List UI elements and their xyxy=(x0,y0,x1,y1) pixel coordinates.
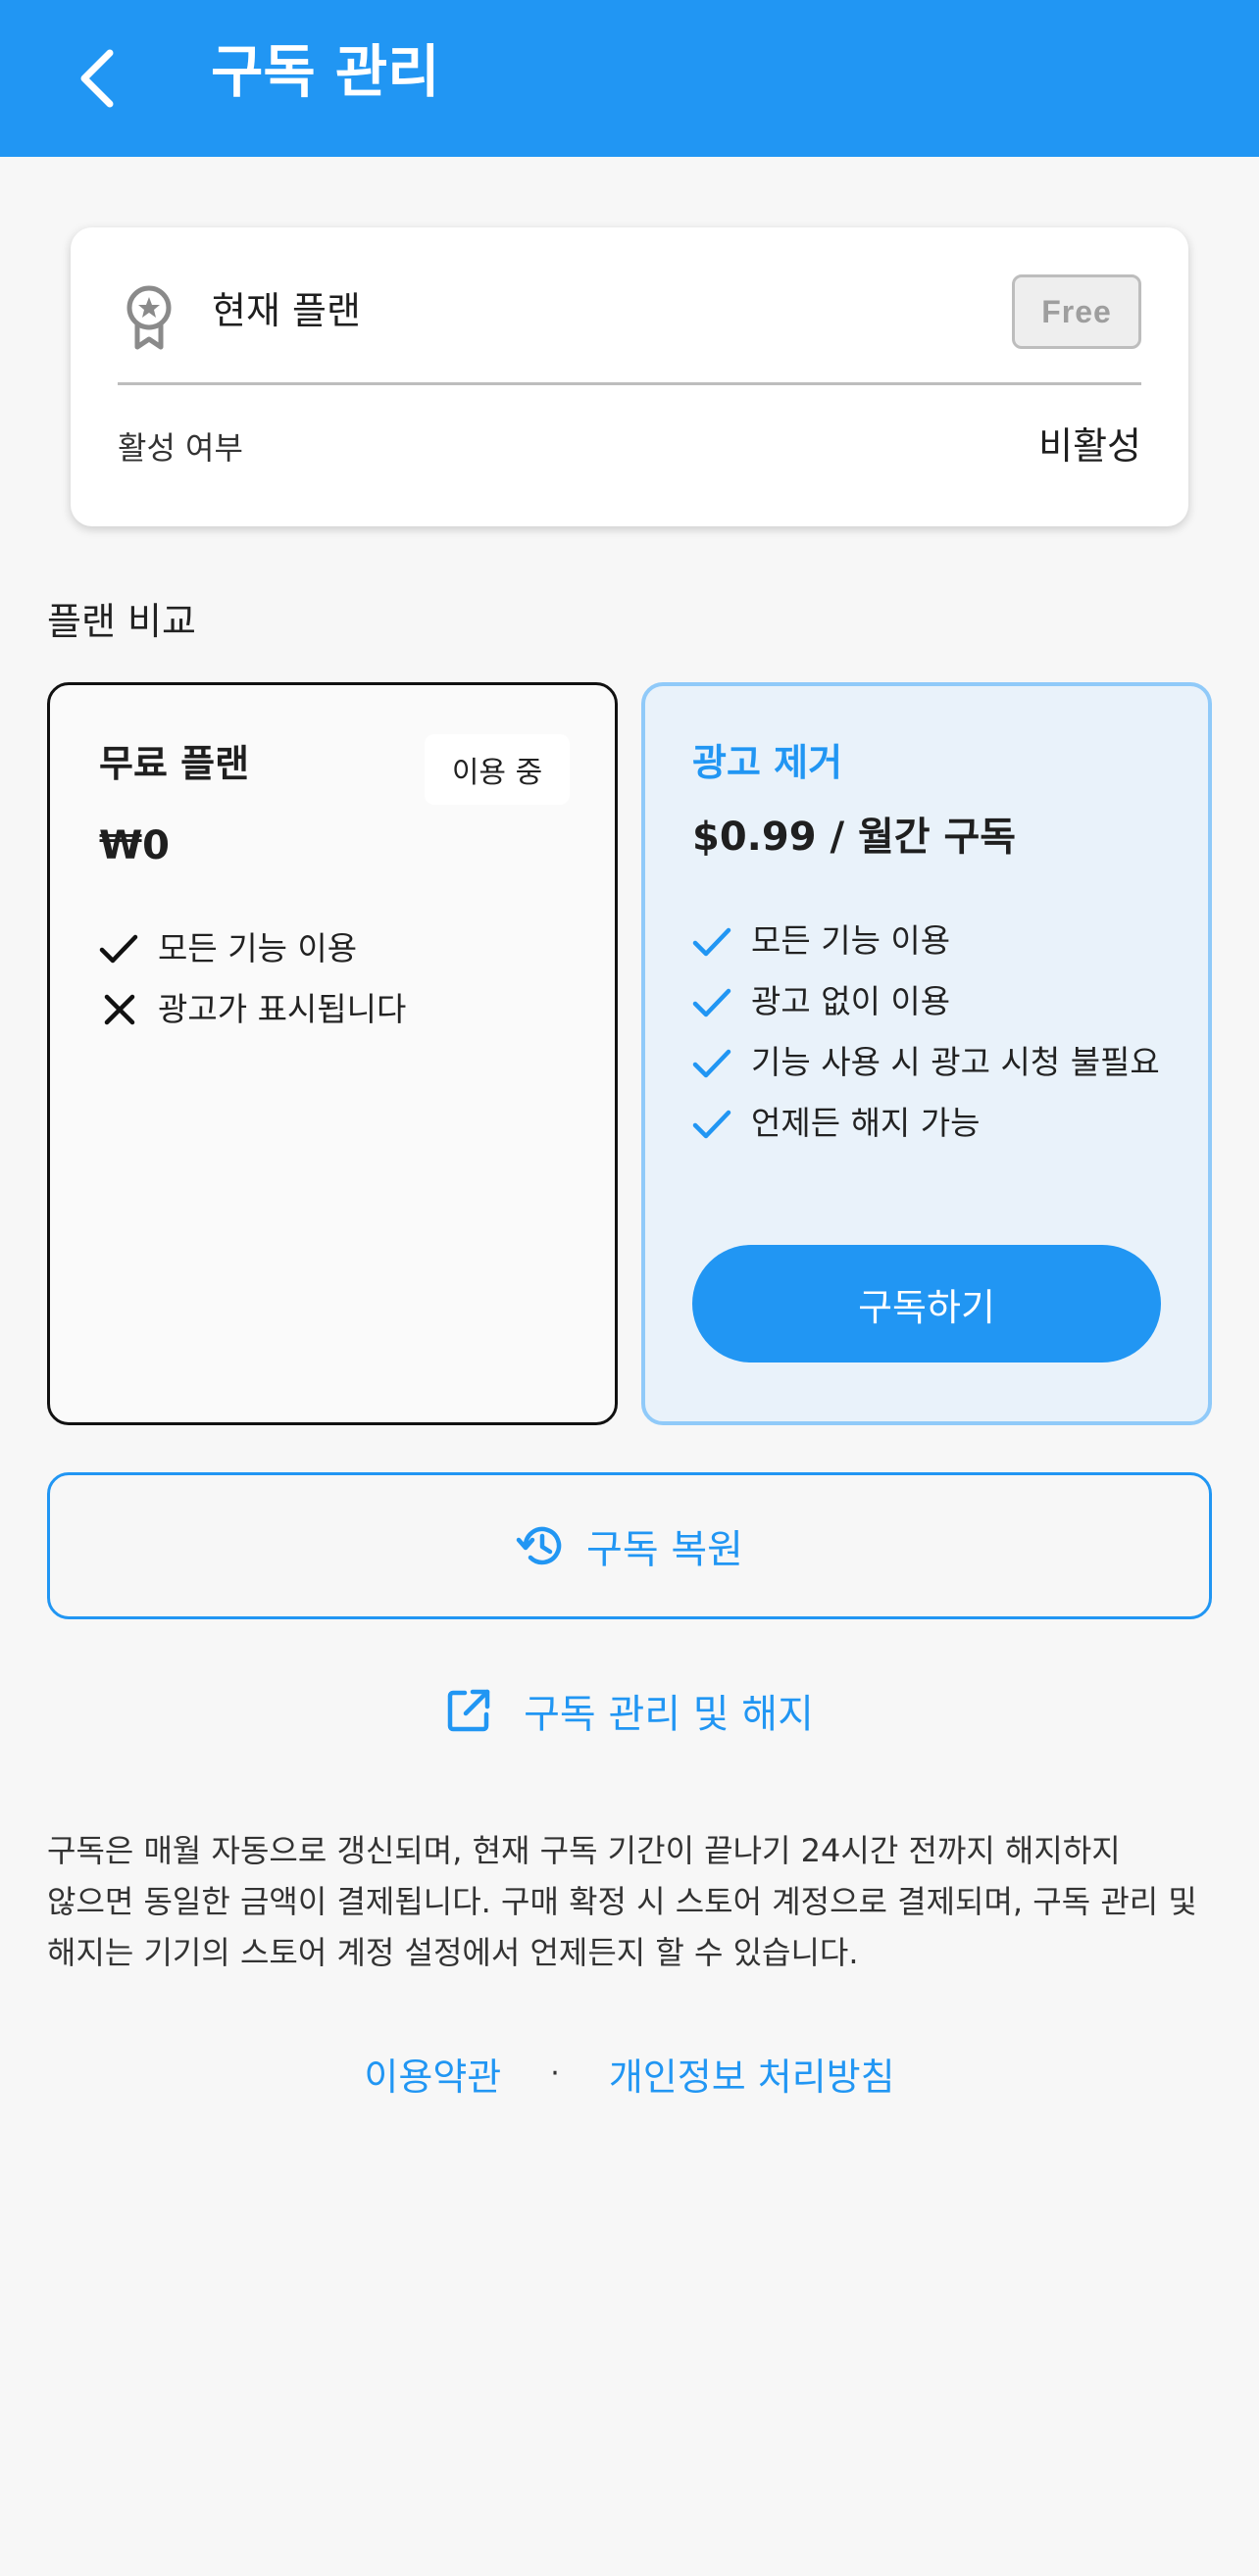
close-icon xyxy=(99,979,144,1040)
restore-label: 구독 복원 xyxy=(586,1527,743,1572)
feature-item: 모든 기능 이용 xyxy=(99,918,406,979)
medal-icon xyxy=(126,285,172,350)
plan-name: 광고 제거 xyxy=(692,741,843,784)
open-in-new-icon xyxy=(447,1689,490,1732)
plan-price: $0.99 / 월간 구독 xyxy=(692,815,1017,860)
check-icon xyxy=(692,972,737,1033)
history-icon xyxy=(516,1526,562,1565)
feature-item: 기능 사용 시 광고 시청 불필요 xyxy=(692,1033,1183,1094)
feature-text: 광고 없이 이용 xyxy=(751,982,951,1020)
check-icon xyxy=(692,912,737,972)
manage-label: 구독 관리 및 해지 xyxy=(524,1692,814,1737)
check-icon xyxy=(99,918,144,979)
terms-link[interactable]: 이용약관 xyxy=(364,2047,501,2101)
current-plan-label: 현재 플랜 xyxy=(212,289,361,332)
feature-text: 기능 사용 시 광고 시청 불필요 xyxy=(751,1043,1160,1081)
feature-item: 모든 기능 이용 xyxy=(692,912,1183,972)
feature-text: 언제든 해지 가능 xyxy=(751,1104,981,1142)
restore-subscription-button[interactable]: 구독 복원 xyxy=(47,1472,1212,1619)
feature-text: 모든 기능 이용 xyxy=(158,929,358,967)
footer-links: 이용약관 · 개인정보 처리방침 xyxy=(0,2039,1259,2107)
feature-item: 광고 없이 이용 xyxy=(692,972,1183,1033)
separator: · xyxy=(550,2056,560,2091)
in-use-badge: 이용 중 xyxy=(425,734,570,805)
back-button[interactable] xyxy=(47,29,145,127)
check-icon xyxy=(692,1094,737,1155)
manage-subscription-link[interactable]: 구독 관리 및 해지 xyxy=(0,1676,1259,1745)
feature-text: 광고가 표시됩니다 xyxy=(158,990,407,1028)
check-icon xyxy=(692,1033,737,1094)
active-status-label: 활성 여부 xyxy=(118,429,243,467)
plan-badge: Free xyxy=(1012,274,1141,349)
app-bar: 구독 관리 xyxy=(0,0,1259,157)
privacy-policy-link[interactable]: 개인정보 처리방침 xyxy=(609,2047,895,2101)
subscribe-button[interactable]: 구독하기 xyxy=(692,1245,1161,1362)
plan-compare-title: 플랜 비교 xyxy=(47,600,196,643)
feature-list: 모든 기능 이용 광고 없이 이용 기능 사용 시 광고 시청 불필요 언제든 … xyxy=(692,912,1183,1155)
active-status-value: 비활성 xyxy=(1038,424,1141,468)
feature-item: 언제든 해지 가능 xyxy=(692,1094,1183,1155)
free-plan-card: 무료 플랜 이용 중 ₩0 모든 기능 이용 광고가 표시됩니다 xyxy=(47,682,618,1425)
arrow-back-icon xyxy=(80,49,114,108)
divider xyxy=(118,382,1141,385)
subscription-notice: 구독은 매월 자동으로 갱신되며, 현재 구독 기간이 끝나기 24시간 전까지… xyxy=(47,1832,1197,1971)
feature-item: 광고가 표시됩니다 xyxy=(99,979,406,1040)
feature-text: 모든 기능 이용 xyxy=(751,921,951,960)
current-plan-card: 현재 플랜 Free 활성 여부 비활성 xyxy=(71,227,1188,526)
plan-name: 무료 플랜 xyxy=(99,742,250,785)
feature-list: 모든 기능 이용 광고가 표시됩니다 xyxy=(99,918,406,1040)
ad-free-plan-card: 광고 제거 $0.99 / 월간 구독 모든 기능 이용 광고 없이 이용 기능… xyxy=(641,682,1212,1425)
plan-price: ₩0 xyxy=(99,823,170,868)
page-title: 구독 관리 xyxy=(211,38,440,105)
